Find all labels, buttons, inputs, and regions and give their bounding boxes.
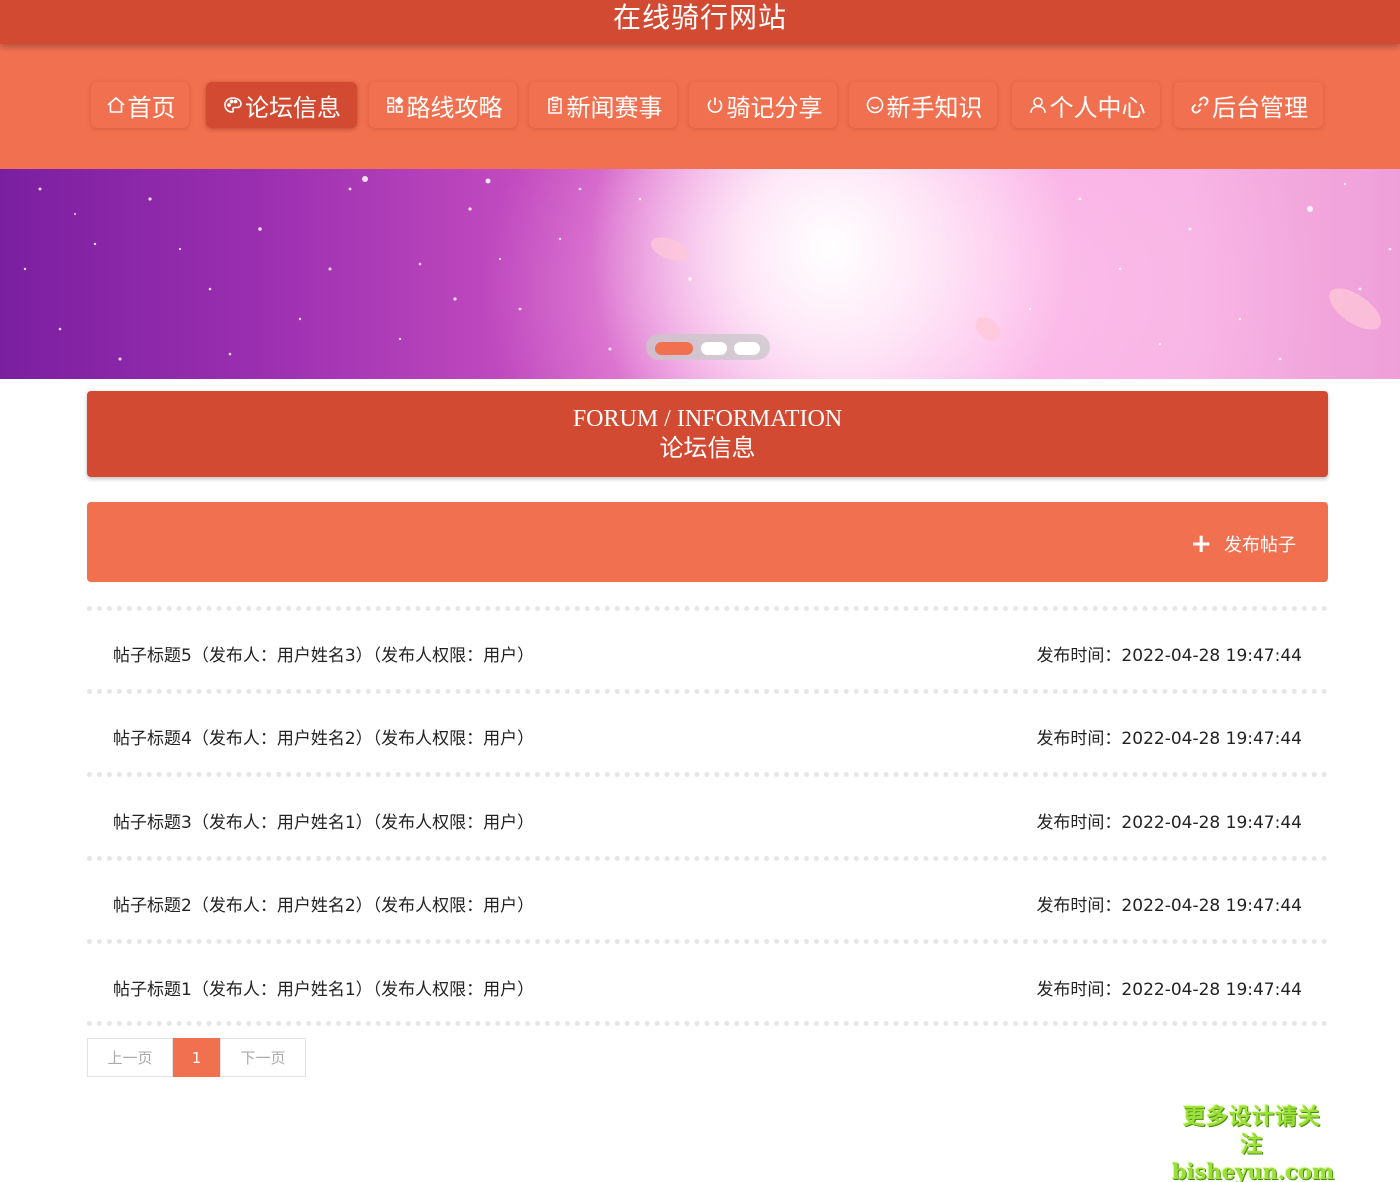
watermark-line-2: bisheyun.com <box>1172 1159 1335 1182</box>
list-item[interactable]: 帖子标题3（发布人：用户姓名1）（发布人权限：用户） 发布时间：2022-04-… <box>87 798 1328 838</box>
publish-post-label: 发布帖子 <box>1224 535 1296 556</box>
divider <box>87 856 1328 861</box>
nav-item-profile[interactable]: 个人中心 <box>1012 82 1160 128</box>
section-header: FORUM / INFORMATION 论坛信息 <box>87 391 1328 477</box>
nav-item-beginner[interactable]: 新手知识 <box>849 82 997 128</box>
link-icon <box>1189 94 1211 116</box>
power-icon <box>704 94 726 116</box>
nav-item-label: 论坛信息 <box>245 93 341 122</box>
nav-item-routes[interactable]: 路线攻略 <box>369 82 517 128</box>
nav-item-label: 骑记分享 <box>726 93 823 122</box>
clipboard-icon <box>544 94 566 116</box>
section-title-en: FORUM / INFORMATION <box>572 406 843 432</box>
divider <box>87 606 1328 611</box>
nav-item-label: 首页 <box>127 93 176 122</box>
post-title[interactable]: 帖子标题4（发布人：用户姓名2）（发布人权限：用户） <box>113 724 534 749</box>
home-icon <box>105 94 127 116</box>
nav-item-home[interactable]: 首页 <box>91 82 189 128</box>
banner-carousel[interactable] <box>0 169 1400 379</box>
nav-item-label: 路线攻略 <box>406 93 503 122</box>
post-time: 发布时间：2022-04-28 19:47:44 <box>1036 896 1302 916</box>
divider <box>87 1021 1328 1026</box>
prev-page-button[interactable]: 上一页 <box>87 1038 173 1077</box>
nav-item-ride-share[interactable]: 骑记分享 <box>689 82 837 128</box>
list-item[interactable]: 帖子标题5（发布人：用户姓名3）（发布人权限：用户） 发布时间：2022-04-… <box>87 631 1328 671</box>
post-time: 发布时间：2022-04-28 19:47:44 <box>1036 646 1302 666</box>
post-title[interactable]: 帖子标题2（发布人：用户姓名2）（发布人权限：用户） <box>113 891 534 916</box>
nav-item-label: 后台管理 <box>1212 93 1308 122</box>
current-page-button[interactable]: 1 <box>173 1038 220 1077</box>
palette-icon <box>222 94 244 116</box>
carousel-dot-1[interactable] <box>655 342 693 355</box>
carousel-dot-3[interactable] <box>734 342 760 355</box>
user-icon <box>1027 94 1049 116</box>
carousel-dot-2[interactable] <box>701 342 727 355</box>
list-item[interactable]: 帖子标题2（发布人：用户姓名2）（发布人权限：用户） 发布时间：2022-04-… <box>87 881 1328 921</box>
nav-item-label: 新闻赛事 <box>566 93 663 122</box>
list-item[interactable]: 帖子标题4（发布人：用户姓名2）（发布人权限：用户） 发布时间：2022-04-… <box>87 714 1328 754</box>
section-title-zh: 论坛信息 <box>659 436 756 462</box>
watermark-line-1: 更多设计请关注 <box>1182 1105 1321 1158</box>
divider <box>87 772 1328 777</box>
divider <box>87 689 1328 694</box>
nav-item-forum[interactable]: 论坛信息 <box>206 82 357 128</box>
post-title[interactable]: 帖子标题5（发布人：用户姓名3）（发布人权限：用户） <box>113 641 534 666</box>
publish-post-button[interactable]: + 发布帖子 <box>1190 529 1296 559</box>
pagination: 上一页 1 下一页 <box>87 1038 306 1077</box>
nav-item-news[interactable]: 新闻赛事 <box>529 82 677 128</box>
post-title[interactable]: 帖子标题1（发布人：用户姓名1）（发布人权限：用户） <box>113 975 534 1000</box>
nav-item-label: 个人中心 <box>1049 93 1146 122</box>
grid-icon <box>384 94 406 116</box>
action-bar: + 发布帖子 <box>87 502 1328 582</box>
smile-icon <box>864 94 886 116</box>
nav-list: 首页 论坛信息 路线攻略 新闻赛事 骑记分享 新手知识 个人中心 后台管理 <box>0 82 1400 130</box>
main-navigation: 首页 论坛信息 路线攻略 新闻赛事 骑记分享 新手知识 个人中心 后台管理 <box>0 44 1400 169</box>
plus-icon: + <box>1190 529 1212 559</box>
site-title: 在线骑行网站 <box>612 1 787 34</box>
divider <box>87 939 1328 944</box>
nav-item-admin[interactable]: 后台管理 <box>1174 82 1323 128</box>
carousel-indicators <box>646 334 770 360</box>
post-time: 发布时间：2022-04-28 19:47:44 <box>1036 980 1302 1000</box>
top-bar: 在线骑行网站 <box>0 0 1400 44</box>
watermark: 更多设计请关注 bisheyun.com <box>1172 1104 1335 1182</box>
post-time: 发布时间：2022-04-28 19:47:44 <box>1036 813 1302 833</box>
next-page-button[interactable]: 下一页 <box>220 1038 306 1077</box>
post-title[interactable]: 帖子标题3（发布人：用户姓名1）（发布人权限：用户） <box>113 808 534 833</box>
post-time: 发布时间：2022-04-28 19:47:44 <box>1036 729 1302 749</box>
nav-item-label: 新手知识 <box>886 93 983 122</box>
list-item[interactable]: 帖子标题1（发布人：用户姓名1）（发布人权限：用户） 发布时间：2022-04-… <box>87 965 1328 1005</box>
